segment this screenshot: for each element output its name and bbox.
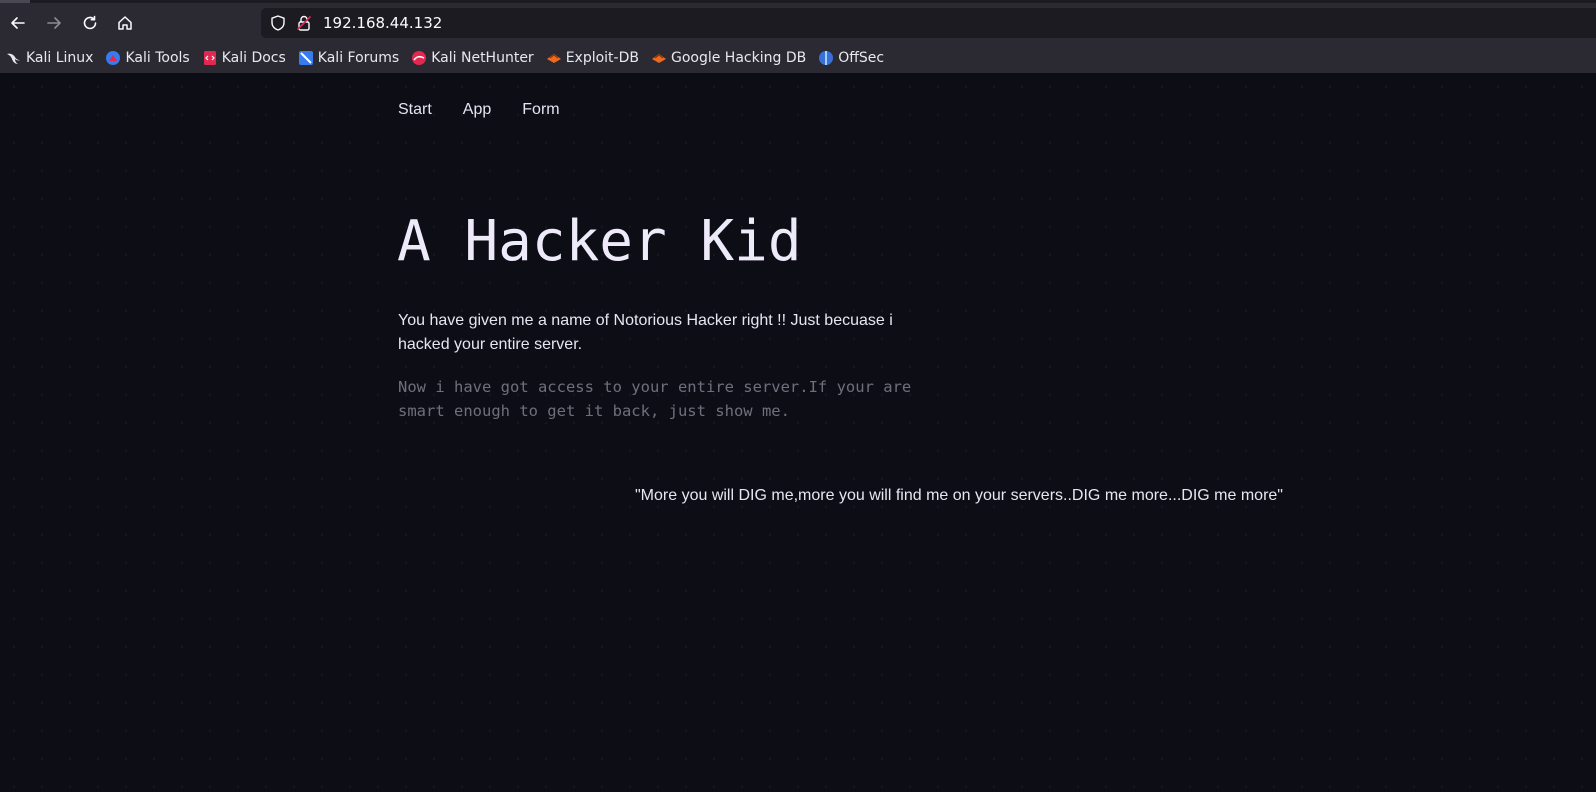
bookmarks-toolbar: Kali Linux Kali Tools Kali Docs Kali For…	[0, 46, 889, 70]
home-icon	[118, 16, 132, 30]
arrow-right-icon	[47, 17, 61, 29]
kali-tools-icon	[106, 51, 121, 65]
back-button[interactable]	[4, 9, 32, 37]
bookmark-kali-forums[interactable]: Kali Forums	[298, 47, 399, 69]
shield-icon[interactable]	[269, 14, 287, 32]
page-title: A Hacker Kid	[397, 209, 802, 274]
arrow-left-icon	[11, 17, 25, 29]
web-page: Start App Form A Hacker Kid You have giv…	[0, 73, 1596, 792]
dig-quote: "More you will DIG me,more you will find…	[635, 487, 1283, 504]
offsec-icon	[819, 51, 834, 65]
bookmark-kali-docs[interactable]: Kali Docs	[202, 47, 286, 69]
browser-chrome: 192.168.44.132 Kali Linux Kali Tools Kal…	[0, 0, 1596, 73]
site-nav: Start App Form	[398, 101, 591, 119]
bookmark-google-hacking-db[interactable]: Google Hacking DB	[651, 47, 806, 69]
kali-docs-icon	[203, 51, 216, 65]
reload-icon	[83, 15, 97, 30]
server-access-note: Now i have got access to your entire ser…	[398, 378, 912, 420]
exploit-db-icon	[546, 54, 561, 63]
tab-indicator[interactable]	[0, 0, 30, 3]
kali-dragon-icon	[7, 53, 20, 64]
nav-form-link[interactable]: Form	[522, 101, 559, 119]
nav-app-link[interactable]: App	[463, 101, 491, 119]
tab-strip	[0, 0, 1596, 3]
insecure-lock-icon[interactable]	[295, 14, 313, 32]
intro-text: You have given me a name of Notorious Ha…	[398, 312, 893, 353]
bookmark-kali-linux[interactable]: Kali Linux	[6, 47, 93, 69]
address-bar[interactable]: 192.168.44.132	[261, 8, 1596, 38]
kali-nethunter-icon	[412, 51, 427, 65]
bookmark-kali-tools[interactable]: Kali Tools	[105, 47, 190, 69]
bookmark-offsec[interactable]: OffSec	[818, 47, 884, 69]
url-text[interactable]: 192.168.44.132	[323, 14, 442, 32]
bookmark-kali-nethunter[interactable]: Kali NetHunter	[411, 47, 534, 69]
home-button[interactable]	[111, 9, 139, 37]
kali-forums-icon	[298, 51, 313, 65]
bookmark-exploit-db[interactable]: Exploit-DB	[546, 47, 639, 69]
reload-button[interactable]	[76, 9, 104, 37]
nav-start-link[interactable]: Start	[398, 101, 432, 119]
forward-button[interactable]	[40, 9, 68, 37]
ghdb-icon	[651, 54, 666, 63]
